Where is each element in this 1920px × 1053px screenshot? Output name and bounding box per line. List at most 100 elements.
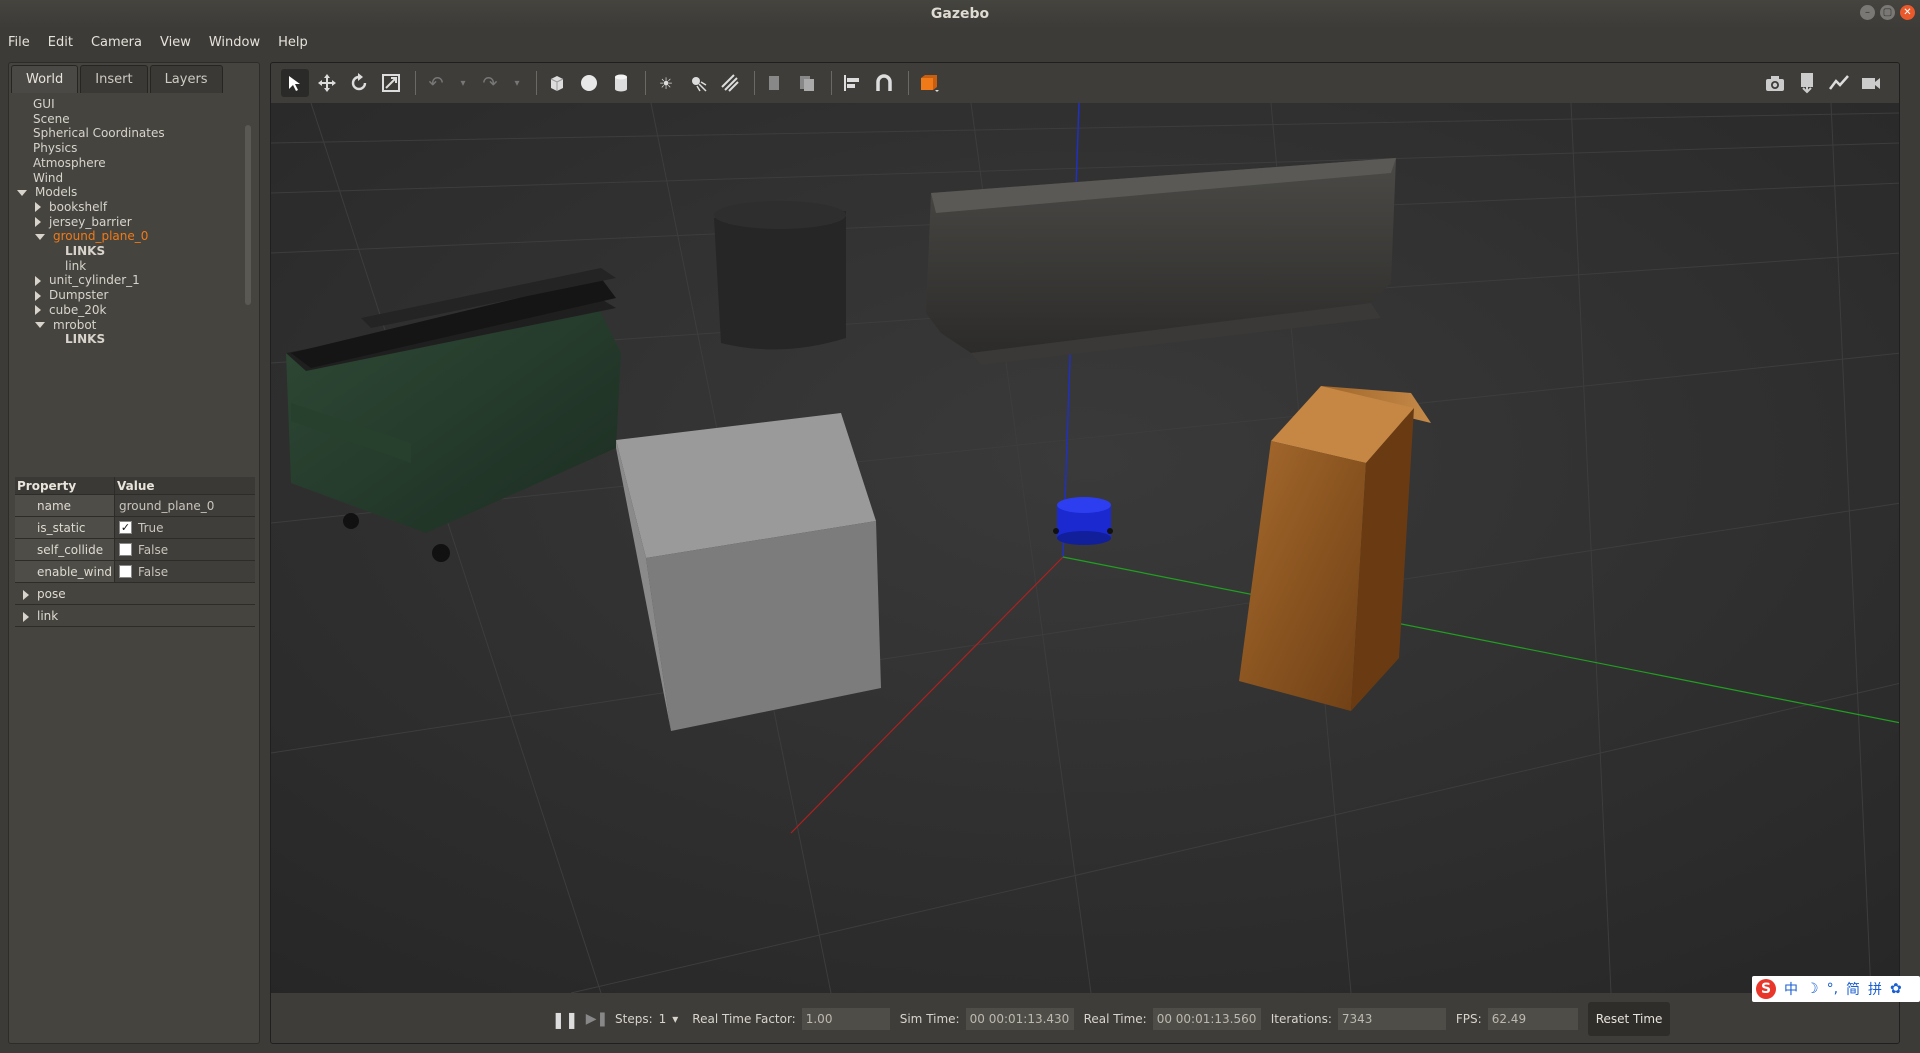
ime-punctuation-icon[interactable]: °, <box>1827 981 1838 997</box>
property-key: enable_wind <box>15 561 115 582</box>
ime-pinyin-mode[interactable]: 拼 <box>1868 979 1882 999</box>
copy-icon[interactable] <box>761 69 789 97</box>
video-record-icon[interactable] <box>1857 69 1885 97</box>
point-light-icon[interactable]: ☀ <box>652 69 680 97</box>
redo-icon[interactable]: ↷ <box>476 69 504 97</box>
tree-item[interactable]: LINKS <box>65 330 105 348</box>
collapse-arrow-icon[interactable] <box>35 322 45 328</box>
property-header: Property Value <box>15 477 255 495</box>
rtf-label: Real Time Factor: <box>692 1012 796 1026</box>
expand-label: link <box>37 609 59 623</box>
expand-arrow-icon[interactable] <box>35 275 41 286</box>
property-header-key: Property <box>15 477 115 494</box>
maximize-button[interactable]: ▢ <box>1880 5 1895 20</box>
property-row-enable-wind: enable_wind False <box>15 561 255 583</box>
pause-icon[interactable]: ❚❚ <box>551 1005 579 1033</box>
expand-arrow-icon[interactable] <box>35 217 41 228</box>
toolbar-separator <box>536 71 537 95</box>
rotate-mode-icon[interactable] <box>345 69 373 97</box>
log-record-icon[interactable] <box>1793 69 1821 97</box>
align-icon[interactable] <box>838 69 866 97</box>
3d-viewport[interactable]: ↶ ▾ ↷ ▾ ☀ ❚❚ ▶❚ Steps: 1 ▾ Real Time Fac… <box>270 62 1900 1044</box>
screenshot-camera-icon[interactable] <box>1761 69 1789 97</box>
toolbar-separator <box>908 71 909 95</box>
ime-simplified-mode[interactable]: 简 <box>1846 979 1860 999</box>
steps-dropdown-icon[interactable]: ▾ <box>672 1012 678 1026</box>
menu-help[interactable]: Help <box>278 35 308 50</box>
iterations-value: 7343 <box>1337 1008 1446 1030</box>
menu-file[interactable]: File <box>8 35 30 50</box>
ime-status-bar[interactable]: S 中 ☽ °, 简 拼 ✿ <box>1752 976 1920 1002</box>
snap-magnet-icon[interactable] <box>870 69 898 97</box>
steps-value[interactable]: 1 <box>659 1012 667 1026</box>
select-mode-icon[interactable] <box>281 69 309 97</box>
enable-wind-checkbox[interactable] <box>119 565 132 578</box>
menu-view[interactable]: View <box>160 35 191 50</box>
close-button[interactable]: ✕ <box>1900 5 1915 20</box>
property-key: name <box>15 495 115 516</box>
sim-time-value: 00 00:01:13.430 <box>965 1008 1074 1030</box>
undo-history-icon[interactable]: ▾ <box>454 69 472 97</box>
collapse-arrow-icon[interactable] <box>35 233 45 240</box>
left-panel: World Insert Layers GUI Scene Spherical Co… <box>8 62 260 1044</box>
expand-arrow-icon[interactable] <box>35 290 41 301</box>
ime-chinese-mode[interactable]: 中 <box>1784 979 1798 999</box>
rtf-value: 1.00 <box>801 1008 890 1030</box>
3d-scene[interactable] <box>271 103 1900 993</box>
checkbox-label: False <box>138 542 169 557</box>
tree-scrollbar[interactable] <box>245 125 251 305</box>
tab-world[interactable]: World <box>11 65 79 93</box>
spot-light-icon[interactable] <box>684 69 712 97</box>
mrobot-model[interactable] <box>1053 497 1113 545</box>
property-value: False <box>115 561 255 582</box>
box-shape-icon[interactable] <box>543 69 571 97</box>
plot-icon[interactable] <box>1825 69 1853 97</box>
property-expand-link[interactable]: link <box>15 605 255 627</box>
toolbar-separator <box>415 71 416 95</box>
tab-layers[interactable]: Layers <box>149 65 223 93</box>
unit-cylinder-model[interactable] <box>714 201 846 350</box>
tab-insert[interactable]: Insert <box>80 65 148 93</box>
iterations-label: Iterations: <box>1270 1012 1332 1026</box>
window-title: Gazebo <box>930 6 990 22</box>
fps-label: FPS: <box>1455 1012 1482 1026</box>
ime-logo-icon: S <box>1756 979 1776 999</box>
undo-icon[interactable]: ↶ <box>422 69 450 97</box>
paste-icon[interactable] <box>793 69 821 97</box>
ime-settings-icon[interactable]: ✿ <box>1890 981 1902 997</box>
reset-time-button[interactable]: Reset Time <box>1587 1002 1671 1036</box>
expand-arrow-icon <box>23 611 29 622</box>
expand-arrow-icon[interactable] <box>35 202 41 213</box>
is-static-checkbox[interactable]: ✓ <box>119 521 132 534</box>
property-value: False <box>115 539 255 560</box>
menu-bar: File Edit Camera View Window Help <box>0 28 1920 56</box>
redo-history-icon[interactable]: ▾ <box>508 69 526 97</box>
menu-window[interactable]: Window <box>209 35 260 50</box>
tree-item-label: LINKS <box>65 332 106 347</box>
cylinder-shape-icon[interactable] <box>607 69 635 97</box>
directional-light-icon[interactable] <box>716 69 744 97</box>
property-expand-pose[interactable]: pose <box>15 583 255 605</box>
menu-camera[interactable]: Camera <box>91 35 142 50</box>
scene-toolbar: ↶ ▾ ↷ ▾ ☀ <box>271 63 1899 103</box>
fps-value: 62.49 <box>1487 1008 1578 1030</box>
property-key: self_collide <box>15 539 115 560</box>
view-angle-icon[interactable] <box>915 69 943 97</box>
scale-mode-icon[interactable] <box>377 69 405 97</box>
self-collide-checkbox[interactable] <box>119 543 132 556</box>
translate-mode-icon[interactable] <box>313 69 341 97</box>
expand-label: pose <box>37 587 66 601</box>
checkbox-label: False <box>138 564 169 579</box>
collapse-arrow-icon[interactable] <box>17 189 27 196</box>
menu-edit[interactable]: Edit <box>48 35 73 50</box>
property-table: Property Value name ground_plane_0 is_st… <box>15 477 255 627</box>
ime-moon-icon[interactable]: ☽ <box>1806 981 1819 997</box>
step-icon[interactable]: ▶❚ <box>583 1005 611 1033</box>
minimize-button[interactable]: – <box>1860 5 1875 20</box>
sphere-shape-icon[interactable] <box>575 69 603 97</box>
property-row-name: name ground_plane_0 <box>15 495 255 517</box>
expand-arrow-icon[interactable] <box>35 305 41 316</box>
property-value[interactable]: ground_plane_0 <box>115 495 255 516</box>
property-key: is_static <box>15 517 115 538</box>
real-time-value: 00 00:01:13.560 <box>1152 1008 1261 1030</box>
